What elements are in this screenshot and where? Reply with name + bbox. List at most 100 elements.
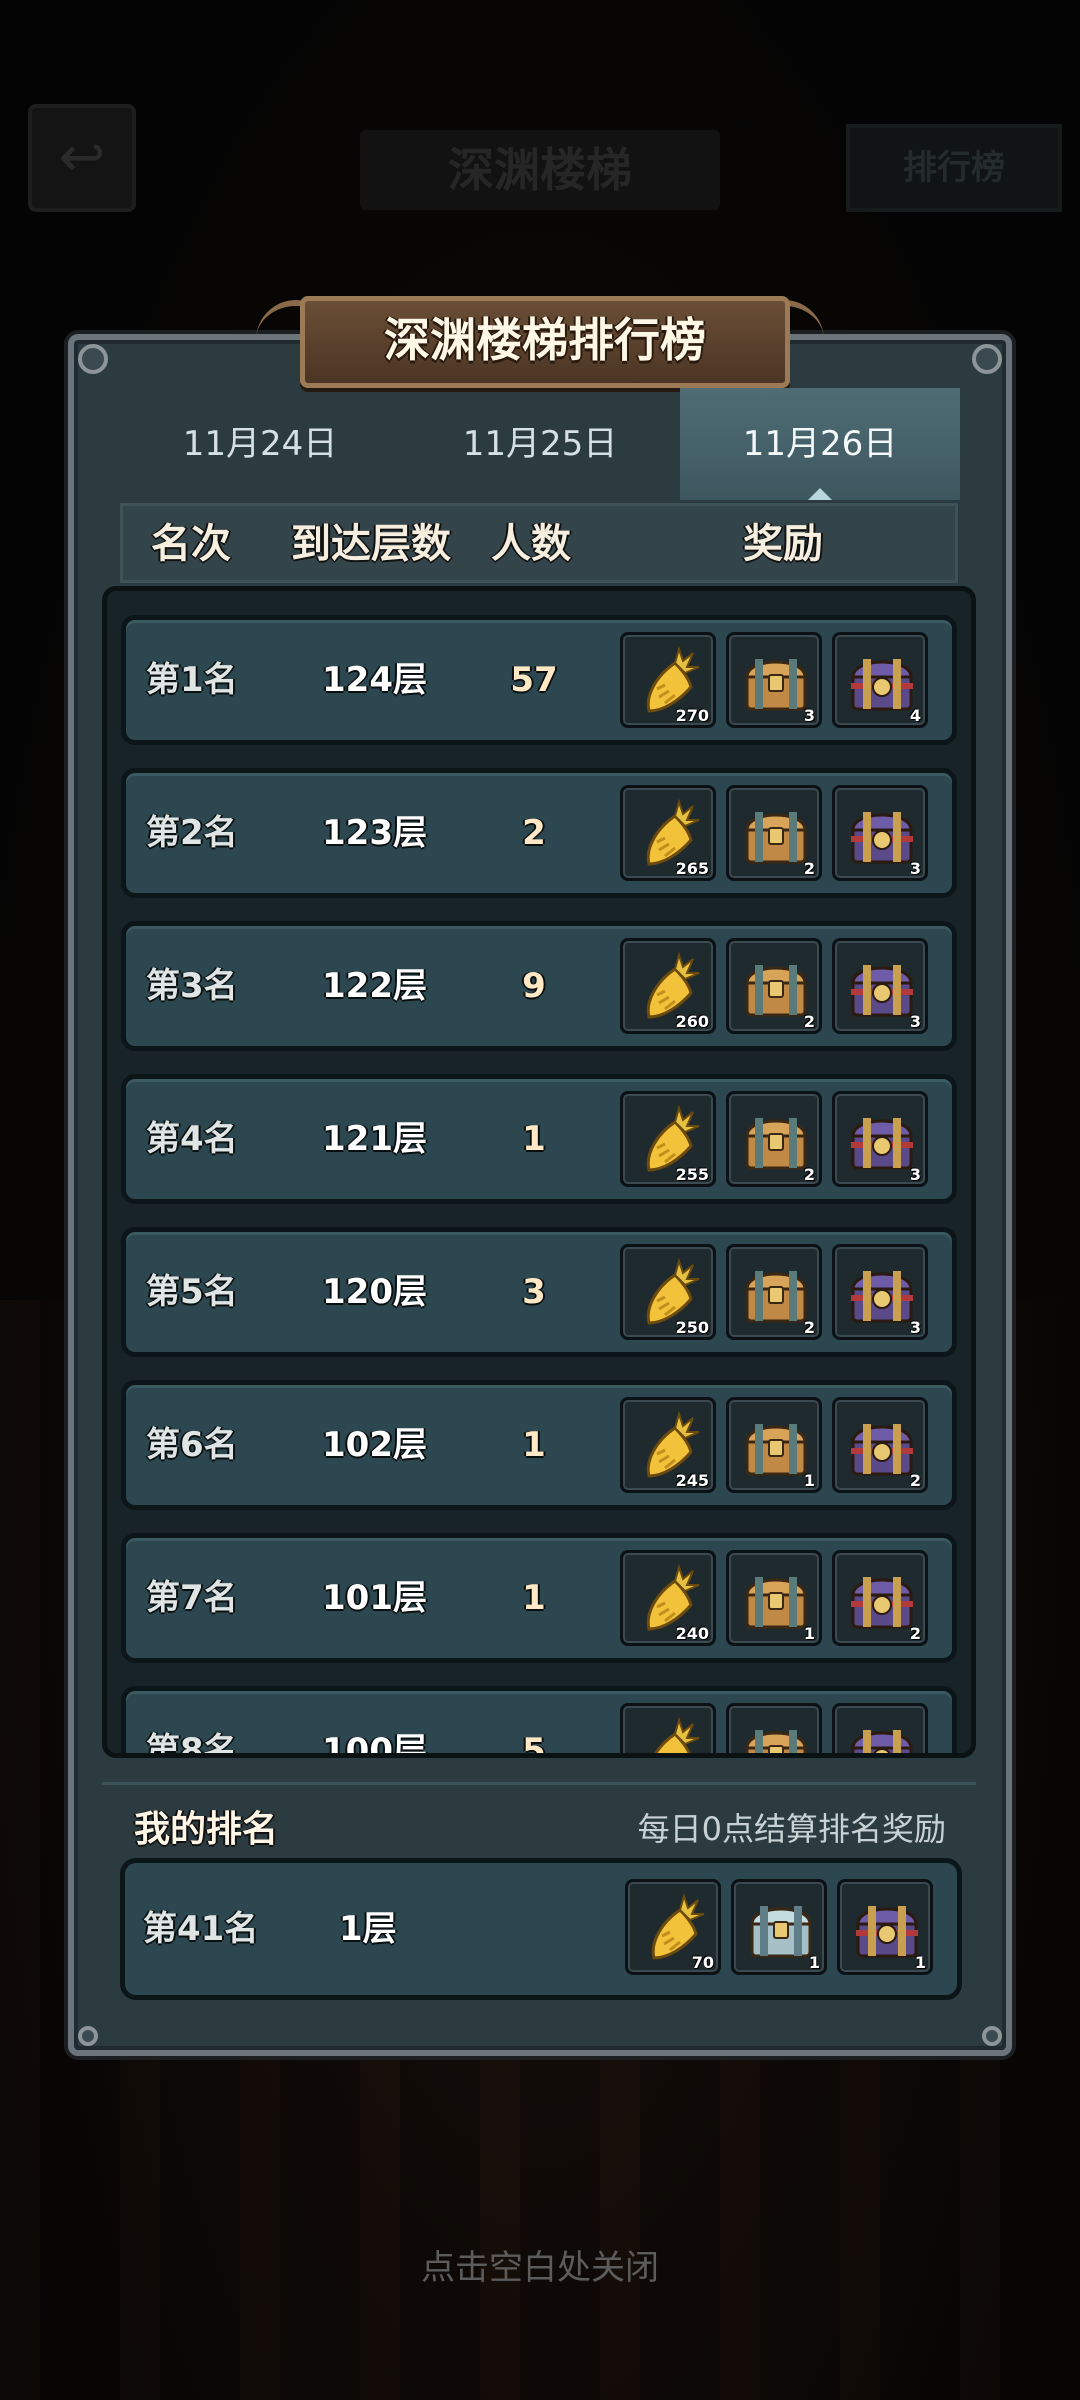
reward-quantity: 3 — [909, 1165, 921, 1184]
carrot-icon[interactable]: 260 — [620, 938, 716, 1034]
my-rank-value: 第41名 — [143, 1909, 259, 1949]
gold-chest-icon[interactable]: 1 — [726, 1703, 822, 1753]
table-header: 名次 到达层数 人数 奖励 — [120, 503, 958, 583]
divider — [102, 1782, 976, 1785]
reward-quantity: 270 — [675, 706, 709, 725]
reward-quantity: 240 — [675, 1624, 709, 1643]
corner-ornament — [78, 2026, 98, 2046]
my-rank-row: 第41名 1层 70 1 1 — [120, 1858, 962, 2000]
gold-chest-icon[interactable]: 2 — [726, 938, 822, 1034]
purple-chest-icon[interactable]: 2 — [832, 1550, 928, 1646]
my-rewards: 70 1 1 — [625, 1879, 933, 1975]
my-rank-label: 我的排名 — [134, 1809, 279, 1850]
purple-chest-icon[interactable]: 1 — [837, 1879, 933, 1975]
reward-list: 245 1 2 — [620, 1397, 928, 1493]
rank-cell: 第5名 — [146, 1272, 238, 1312]
rank-cell: 第2名 — [146, 813, 238, 853]
panel-title: 深渊楼梯排行榜 — [300, 296, 790, 388]
gold-chest-icon[interactable]: 2 — [726, 1091, 822, 1187]
purple-chest-icon[interactable]: 2 — [832, 1703, 928, 1753]
table-row: 第6名 102层 1 245 1 2 — [121, 1380, 957, 1510]
purple-chest-icon[interactable]: 4 — [832, 632, 928, 728]
purple-chest-icon[interactable]: 3 — [832, 785, 928, 881]
carrot-icon[interactable]: 235 — [620, 1703, 716, 1753]
reward-list: 250 2 3 — [620, 1244, 928, 1340]
rank-cell: 第3名 — [146, 966, 238, 1006]
corner-ornament — [972, 344, 1002, 374]
settlement-note: 每日0点结算排名奖励 — [637, 1810, 946, 1848]
reward-quantity: 2 — [803, 1012, 815, 1031]
reward-quantity: 3 — [803, 706, 815, 725]
floor-cell: 120层 — [322, 1272, 427, 1312]
silver-chest-icon[interactable]: 1 — [731, 1879, 827, 1975]
rank-cell: 第1名 — [146, 660, 238, 700]
count-cell: 9 — [522, 966, 546, 1006]
floor-cell: 124层 — [322, 660, 427, 700]
rank-cell: 第7名 — [146, 1578, 238, 1618]
carrot-icon[interactable]: 240 — [620, 1550, 716, 1646]
table-row: 第2名 123层 2 265 2 3 — [121, 768, 957, 898]
count-cell: 2 — [522, 813, 546, 853]
gold-chest-icon[interactable]: 1 — [726, 1397, 822, 1493]
rank-cell: 第4名 — [146, 1119, 238, 1159]
reward-quantity: 260 — [675, 1012, 709, 1031]
header-floor: 到达层数 — [291, 521, 451, 567]
reward-quantity: 1 — [914, 1953, 926, 1972]
purple-chest-icon[interactable]: 3 — [832, 938, 928, 1034]
reward-quantity: 3 — [909, 859, 921, 878]
purple-chest-icon[interactable]: 2 — [832, 1397, 928, 1493]
corner-ornament — [982, 2026, 1002, 2046]
table-row: 第8名 100层 5 23512 — [121, 1686, 957, 1758]
count-cell: 1 — [522, 1425, 546, 1465]
carrot-icon[interactable]: 265 — [620, 785, 716, 881]
reward-quantity: 1 — [808, 1953, 820, 1972]
purple-chest-icon[interactable]: 3 — [832, 1091, 928, 1187]
count-cell: 1 — [522, 1119, 546, 1159]
purple-chest-icon[interactable]: 3 — [832, 1244, 928, 1340]
tab-nov-25[interactable]: 11月25日 — [400, 388, 680, 500]
reward-quantity: 1 — [803, 1624, 815, 1643]
reward-list: 260 2 3 — [620, 938, 928, 1034]
corner-ornament — [78, 344, 108, 374]
reward-quantity: 245 — [675, 1471, 709, 1490]
floor-cell: 100层 — [322, 1731, 427, 1758]
background-title: 深渊楼梯 — [360, 130, 720, 210]
reward-list: 270 3 4 — [620, 632, 928, 728]
reward-quantity: 70 — [691, 1953, 714, 1972]
close-hint[interactable]: 点击空白处关闭 — [0, 2240, 1080, 2289]
date-tabs: 11月24日 11月25日 11月26日 — [120, 388, 960, 500]
floor-cell: 102层 — [322, 1425, 427, 1465]
count-cell: 3 — [522, 1272, 546, 1312]
back-icon: ↩ — [28, 104, 136, 212]
reward-quantity: 2 — [803, 1165, 815, 1184]
count-cell: 57 — [510, 660, 558, 700]
count-cell: 5 — [522, 1731, 546, 1758]
carrot-icon[interactable]: 245 — [620, 1397, 716, 1493]
gold-chest-icon[interactable]: 2 — [726, 785, 822, 881]
reward-quantity: 255 — [675, 1165, 709, 1184]
ranking-list[interactable]: 第1名 124层 57 270 3 4 第2名 123层 2 265 2 3 第3名 122层 9 260 2 3… — [102, 586, 976, 1758]
count-cell: 1 — [522, 1578, 546, 1618]
tab-nov-24[interactable]: 11月24日 — [120, 388, 400, 500]
gold-chest-icon[interactable]: 1 — [726, 1550, 822, 1646]
table-row: 第5名 120层 3 250 2 3 — [121, 1227, 957, 1357]
tab-nov-26[interactable]: 11月26日 — [680, 388, 960, 500]
floor-cell: 122层 — [322, 966, 427, 1006]
carrot-icon[interactable]: 250 — [620, 1244, 716, 1340]
reward-quantity: 2 — [909, 1624, 921, 1643]
reward-quantity: 4 — [909, 706, 921, 725]
header-count: 人数 — [491, 521, 571, 567]
carrot-icon[interactable]: 270 — [620, 632, 716, 728]
table-row: 第3名 122层 9 260 2 3 — [121, 921, 957, 1051]
gold-chest-icon[interactable]: 2 — [726, 1244, 822, 1340]
reward-quantity: 3 — [909, 1318, 921, 1337]
carrot-icon[interactable]: 255 — [620, 1091, 716, 1187]
reward-quantity: 250 — [675, 1318, 709, 1337]
carrot-icon[interactable]: 70 — [625, 1879, 721, 1975]
reward-list: 255 2 3 — [620, 1091, 928, 1187]
reward-list: 23512 — [620, 1703, 928, 1753]
gold-chest-icon[interactable]: 3 — [726, 632, 822, 728]
my-floor-value: 1层 — [339, 1909, 397, 1949]
reward-list: 265 2 3 — [620, 785, 928, 881]
reward-quantity: 3 — [909, 1012, 921, 1031]
